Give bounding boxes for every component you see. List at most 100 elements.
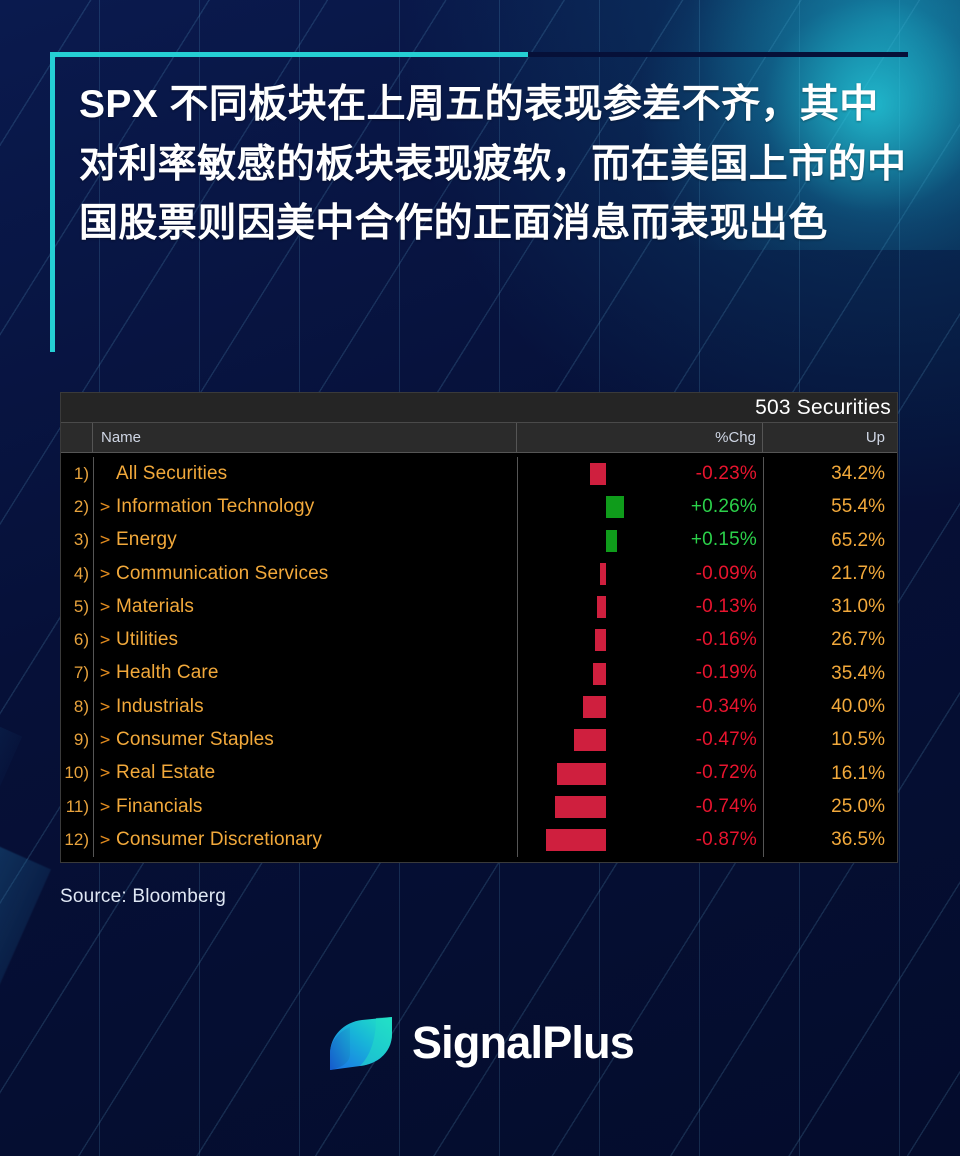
up-percent-value: 36.5% [763,823,897,856]
cell-name[interactable]: >All Securities [93,457,517,490]
row-number: 3) [61,530,93,550]
sector-name: Utilities [116,629,178,651]
expand-chevron-icon[interactable]: > [100,830,109,850]
table-row[interactable]: 4)>Communication Services-0.09%21.7% [61,557,897,590]
row-number: 9) [61,730,93,750]
positive-bar [606,530,616,552]
table-row[interactable]: 5) > Materials -0.13% 31.0% [61,590,897,623]
up-percent-value: 40.0% [763,690,897,723]
cell-change-bar: -0.23% [517,457,763,490]
pct-change-value: -0.23% [696,463,757,485]
cell-name[interactable]: > Utilities [93,623,517,656]
pct-change-value: -0.13% [696,596,757,618]
expand-chevron-icon[interactable]: > [100,730,109,750]
pct-change-value: +0.15% [691,529,757,551]
row-number: 8) [61,697,93,717]
cell-name[interactable]: > Consumer Discretionary [93,823,517,856]
cell-change-bar: -0.34% [517,690,763,723]
expand-chevron-icon[interactable]: > [100,497,109,517]
table-row[interactable]: 9) > Consumer Staples -0.47% 10.5% [61,723,897,756]
brand-logo: SignalPlus [0,1012,960,1074]
table-row[interactable]: 3)>Energy +0.15% 65.2% [61,524,897,557]
cell-name[interactable]: > Health Care [93,657,517,690]
table-row[interactable]: 7)>Health Care-0.19%35.4% [61,657,897,690]
cell-change-bar: +0.15% [517,524,763,557]
cell-name[interactable]: > Communication Services [93,557,517,590]
cell-change-bar: -0.72% [517,757,763,790]
expand-chevron-icon[interactable]: > [100,663,109,683]
column-header-up[interactable]: Up [763,423,897,452]
cell-name[interactable]: > Consumer Staples [93,723,517,756]
expand-chevron-icon[interactable]: > [100,797,109,817]
sector-name: Consumer Staples [116,729,274,751]
table-row[interactable]: 10)>Real Estate-0.72%16.1% [61,757,897,790]
cell-name[interactable]: > Materials [93,590,517,623]
cell-change-bar: -0.47% [517,723,763,756]
column-header-pct-change[interactable]: %Chg [517,423,763,452]
row-number: 4) [61,564,93,584]
up-percent-value: 35.4% [763,657,897,690]
cell-change-bar: -0.87% [517,823,763,856]
row-number: 1) [61,464,93,484]
negative-bar [595,629,606,651]
cell-name[interactable]: > Information Technology [93,490,517,523]
expand-chevron-icon[interactable]: > [100,597,109,617]
source-caption: Source: Bloomberg [60,886,226,908]
row-number: 6) [61,630,93,650]
row-number: 2) [61,497,93,517]
column-header-rownum [61,423,93,452]
expand-chevron-icon[interactable]: > [100,630,109,650]
pct-change-value: -0.47% [696,729,757,751]
table-row[interactable]: 12) > Consumer Discretionary -0.87%36.5% [61,823,897,856]
sector-name: Industrials [116,696,204,718]
cell-change-bar: +0.26% [517,490,763,523]
cell-name[interactable]: > Industrials [93,690,517,723]
column-header-name[interactable]: Name [93,423,517,452]
positive-bar [606,496,624,518]
securities-count-label: 503 Securities [755,396,891,420]
table-row[interactable]: 6) > Utilities -0.16% 26.7% [61,623,897,656]
cell-name[interactable]: >Energy [93,524,517,557]
up-percent-value: 26.7% [763,623,897,656]
poster-canvas: SPX 不同板块在上周五的表现参差不齐，其中对利率敏感的板块表现疲软，而在美国上… [0,0,960,1156]
cell-change-bar: -0.09% [517,557,763,590]
sector-name: Health Care [116,662,218,684]
pct-change-value: -0.16% [696,629,757,651]
cell-name[interactable]: >Real Estate [93,757,517,790]
row-number: 12) [61,830,93,850]
table-row[interactable]: 8) > Industrials -0.34% 40.0% [61,690,897,723]
up-percent-value: 31.0% [763,590,897,623]
table-row[interactable]: 2) > Information Technology +0.26%55.4% [61,490,897,523]
cell-name[interactable]: > Financials [93,790,517,823]
sector-name: Financials [116,796,203,818]
negative-bar [574,729,606,751]
bloomberg-terminal-panel: 503 Securities Name %Chg Up 1)>All Secur… [60,392,898,863]
signalplus-logo-icon [326,1012,396,1074]
expand-chevron-icon[interactable]: > [100,564,109,584]
table-row[interactable]: 1)>All Securities -0.23% 34.2% [61,457,897,490]
row-number: 10) [61,763,93,783]
cell-change-bar: -0.16% [517,623,763,656]
row-number: 5) [61,597,93,617]
negative-bar [555,796,606,818]
sector-name: Information Technology [116,496,314,518]
sector-name: Materials [116,596,194,618]
pct-change-value: -0.19% [696,662,757,684]
brand-name: SignalPlus [412,1017,634,1069]
sector-name: Consumer Discretionary [116,829,322,851]
negative-bar [597,596,606,618]
table-header-row: Name %Chg Up [61,423,897,453]
cell-change-bar: -0.74% [517,790,763,823]
table-row[interactable]: 11)>Financials-0.74%25.0% [61,790,897,823]
up-percent-value: 34.2% [763,457,897,490]
expand-chevron-icon[interactable]: > [100,697,109,717]
expand-chevron-icon[interactable]: > [100,530,109,550]
sector-name: Communication Services [116,563,328,585]
pct-change-value: -0.34% [696,696,757,718]
cell-change-bar: -0.13% [517,590,763,623]
up-percent-value: 65.2% [763,524,897,557]
up-percent-value: 10.5% [763,723,897,756]
up-percent-value: 55.4% [763,490,897,523]
row-number: 11) [61,797,93,817]
expand-chevron-icon[interactable]: > [100,763,109,783]
